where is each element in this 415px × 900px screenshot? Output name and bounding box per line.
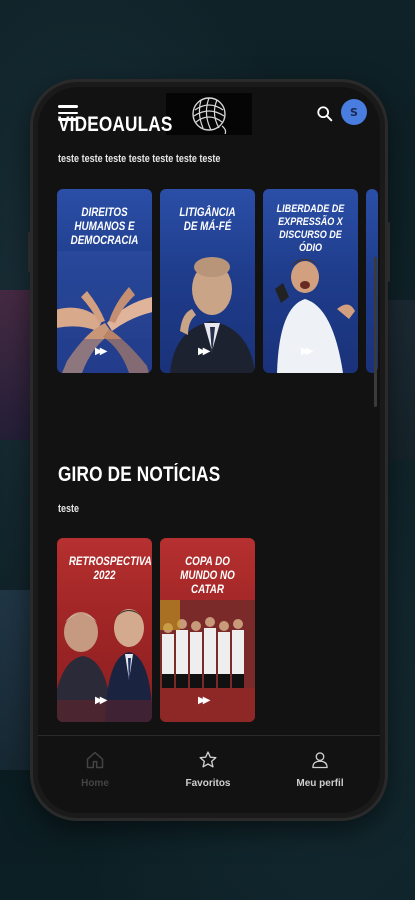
section-subtitle: teste bbox=[58, 503, 80, 515]
phone-side-button bbox=[28, 232, 31, 272]
nav-item-meu-perfil[interactable]: Meu perfil bbox=[270, 750, 370, 789]
video-card-litigancia[interactable]: LITIGÂNCIA DE MÁ-FÉ ▶▶ bbox=[160, 189, 255, 373]
card-title: DIREITOS HUMANOS E DEMOCRACIA bbox=[70, 205, 139, 247]
hands-together-image bbox=[57, 251, 152, 373]
home-icon bbox=[86, 751, 104, 769]
play-arrows-icon: ▶▶ bbox=[95, 695, 108, 706]
yarn-ball-logo-icon bbox=[192, 97, 227, 134]
play-arrows-icon: ▶▶ bbox=[95, 346, 108, 357]
section-title-videoaulas: VIDEOAULAS bbox=[58, 113, 173, 136]
app-logo[interactable] bbox=[166, 93, 252, 135]
nav-label: Meu perfil bbox=[296, 778, 344, 789]
avatar[interactable]: S bbox=[341, 99, 367, 125]
search-icon[interactable] bbox=[316, 105, 334, 123]
card-title: COPA DO MUNDO NO CATAR bbox=[180, 554, 235, 596]
scrollbar[interactable] bbox=[374, 257, 377, 407]
card-title: LITIGÂNCIA DE MÁ-FÉ bbox=[179, 205, 236, 233]
bottom-navigation: Home Favoritos Meu perfil bbox=[38, 735, 380, 813]
nav-label: Favoritos bbox=[185, 778, 231, 789]
man-shouting-phone-image bbox=[275, 259, 355, 373]
video-card-direitos-humanos[interactable]: DIREITOS HUMANOS E DEMOCRACIA ▶▶ bbox=[57, 189, 152, 373]
phone-side-button bbox=[387, 222, 390, 282]
phone-frame: S VIDEOAULAS teste teste teste teste tes… bbox=[28, 82, 390, 818]
card-title: LIBERDADE DE EXPRESSÃO X DISCURSO DE ÓDI… bbox=[276, 203, 345, 254]
play-arrows-icon: ▶▶ bbox=[198, 346, 211, 357]
news-card-retrospectiva[interactable]: RETROSPECTIVA 2022 ▶▶ bbox=[57, 538, 152, 722]
card-title: RETROSPECTIVA 2022 bbox=[68, 554, 152, 582]
man-in-suit-image bbox=[170, 257, 255, 373]
nav-item-favoritos[interactable]: Favoritos bbox=[158, 750, 258, 789]
nav-item-home[interactable]: Home bbox=[45, 750, 145, 789]
football-team-image bbox=[160, 600, 255, 722]
star-icon bbox=[199, 751, 217, 768]
section-subtitle: teste teste teste teste teste teste test… bbox=[58, 153, 221, 165]
video-card-liberdade-expressao[interactable]: LIBERDADE DE EXPRESSÃO X DISCURSO DE ÓDI… bbox=[263, 189, 358, 373]
news-card-copa-do-mundo[interactable]: COPA DO MUNDO NO CATAR ▶▶ bbox=[160, 538, 255, 722]
two-politicians-image bbox=[57, 609, 152, 722]
user-icon bbox=[312, 752, 328, 769]
play-arrows-icon: ▶▶ bbox=[301, 346, 314, 357]
app-screen: S VIDEOAULAS teste teste teste teste tes… bbox=[38, 87, 380, 813]
section-title-giro-de-noticias: GIRO DE NOTÍCIAS bbox=[58, 463, 221, 486]
play-arrows-icon: ▶▶ bbox=[198, 695, 211, 706]
nav-label: Home bbox=[81, 778, 109, 789]
